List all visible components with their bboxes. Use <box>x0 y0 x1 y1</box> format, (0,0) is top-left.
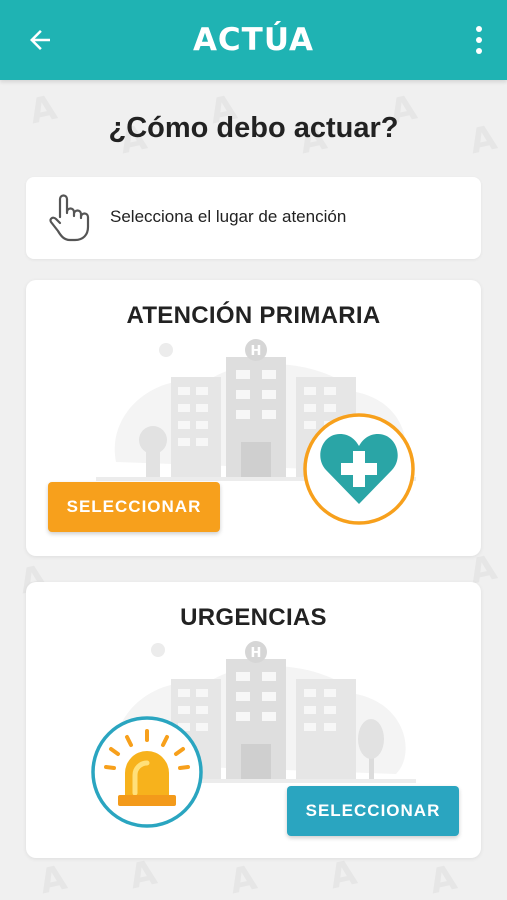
card-title: URGENCIAS <box>180 604 327 631</box>
instruction-text: Selecciona el lugar de atención <box>110 207 347 226</box>
primary-care-card[interactable]: ATENCIÓN PRIMARIA H SELECCIONAR <box>26 280 481 556</box>
svg-text:H: H <box>251 646 262 661</box>
heart-cross-icon <box>303 413 415 525</box>
select-emergency-button[interactable]: SELECCIONAR <box>287 786 459 836</box>
more-options-button[interactable] <box>467 22 491 58</box>
emergency-card[interactable]: URGENCIAS H SELECCIONAR <box>26 582 481 858</box>
app-bar: ACTÚA <box>0 0 507 80</box>
svg-text:H: H <box>251 344 262 359</box>
app-logo: ACTÚA <box>192 22 315 58</box>
siren-icon <box>91 716 203 828</box>
hand-pointer-icon <box>49 194 90 242</box>
instruction-card: Selecciona el lugar de atención <box>26 177 481 259</box>
more-vertical-icon <box>476 26 482 32</box>
select-primary-care-button[interactable]: SELECCIONAR <box>48 482 220 532</box>
card-title: ATENCIÓN PRIMARIA <box>126 302 381 329</box>
page-title: ¿Cómo debo actuar? <box>108 112 399 144</box>
